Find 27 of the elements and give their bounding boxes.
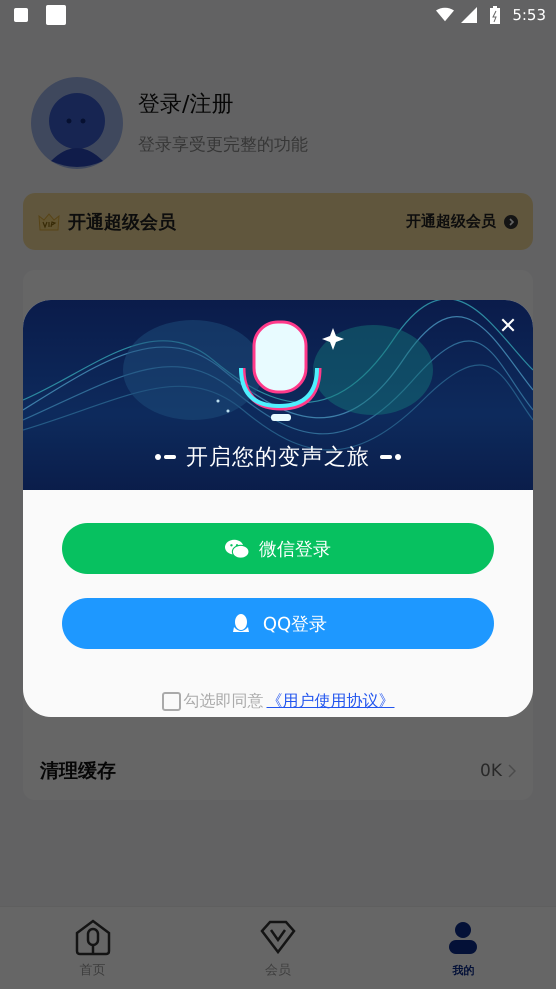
notification-icon [46,5,66,25]
vip-crown-icon [38,212,60,232]
vip-banner[interactable]: 开通超级会员 开通超级会员 [23,193,533,250]
notification-icon [14,8,28,22]
avatar-icon [31,76,123,168]
agreement-text: 勾选即同意 [184,691,264,712]
vip-action-link[interactable]: 开通超级会员 [406,212,496,231]
agreement-checkbox[interactable] [162,692,180,711]
wechat-icon [225,538,249,560]
cache-size: 0K [480,761,502,781]
dash-dot-icon [380,453,402,461]
dash-dot-icon [154,453,176,461]
wechat-login-button[interactable]: 微信登录 [62,523,494,574]
qq-login-button[interactable]: QQ登录 [62,598,494,649]
status-time: 5:53 [512,6,546,24]
vip-title: 开通超级会员 [68,210,177,234]
signal-icon [460,7,478,23]
battery-icon [490,6,500,24]
close-icon [500,317,516,333]
tab-item[interactable]: 我的 [370,907,556,989]
chevron-right-icon [508,764,516,778]
settings-item[interactable]: 清理缓存 [40,758,474,784]
user-agreement-link[interactable]: 《用户使用协议》 [266,691,394,712]
dialog-headline: 开启您的变声之旅 [186,444,370,472]
login-register-title[interactable]: 登录/注册 [138,89,308,119]
wifi-icon [436,7,454,23]
chevron-right-icon [504,214,518,228]
